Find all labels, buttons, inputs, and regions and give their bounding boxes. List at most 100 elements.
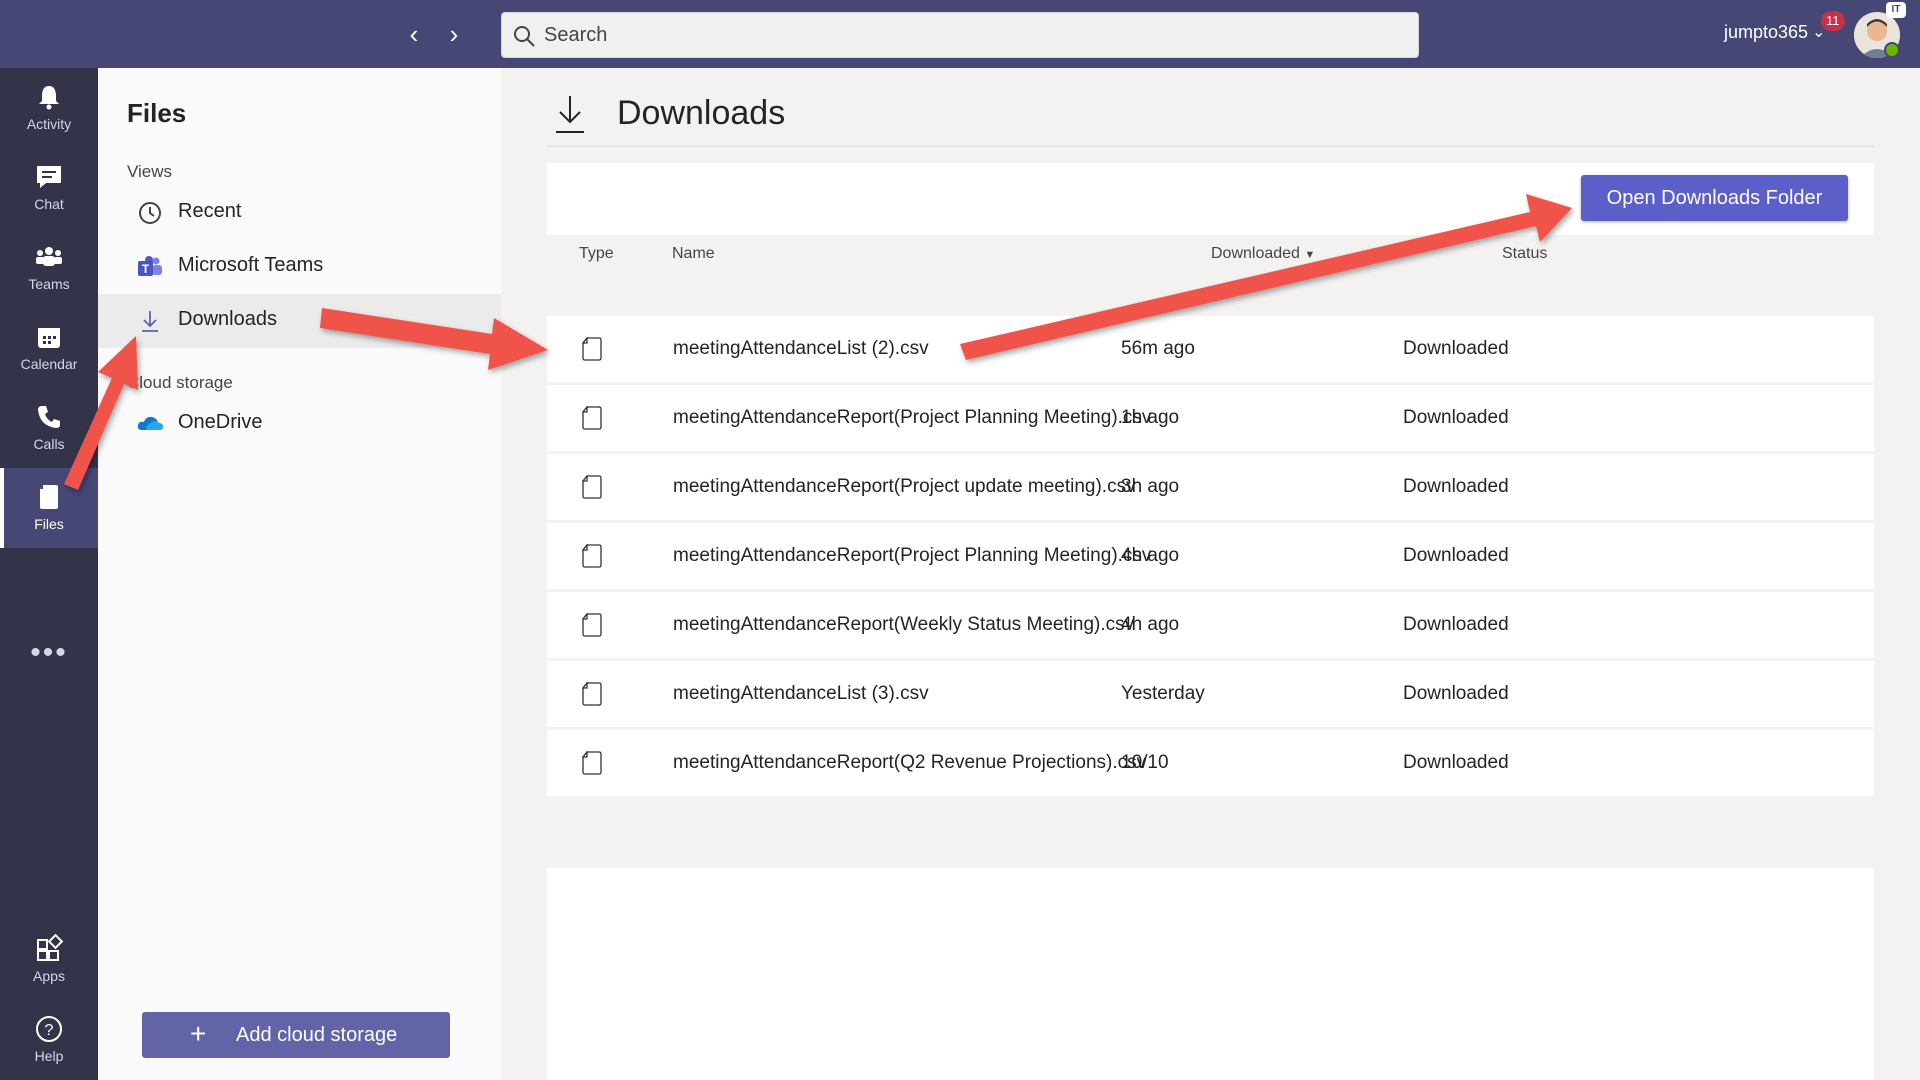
- rail-label: Teams: [28, 276, 70, 292]
- panel-title: Files: [127, 98, 187, 128]
- file-icon: [582, 406, 602, 430]
- svg-text:T: T: [142, 262, 150, 276]
- forward-arrow-icon[interactable]: ›: [440, 20, 468, 48]
- file-name[interactable]: meetingAttendanceReport(Project Planning…: [673, 407, 1151, 429]
- table-row[interactable]: meetingAttendanceReport(Project Planning…: [547, 523, 1874, 589]
- svg-text:?: ?: [45, 1022, 54, 1039]
- file-name[interactable]: meetingAttendanceReport(Q2 Revenue Proje…: [673, 752, 1146, 774]
- panel-item-downloads[interactable]: Downloads: [98, 294, 501, 348]
- help-icon: ?: [36, 1016, 62, 1042]
- add-cloud-storage-label: Add cloud storage: [236, 1024, 398, 1046]
- panel-item-onedrive[interactable]: OneDrive: [98, 397, 501, 451]
- phone-icon: [38, 406, 60, 428]
- page-title: Downloads: [617, 94, 786, 132]
- panel-item-recent[interactable]: Recent: [98, 186, 501, 240]
- calendar-icon: [38, 328, 60, 348]
- column-header-status[interactable]: Status: [1502, 245, 1547, 263]
- file-status: Downloaded: [1403, 476, 1509, 497]
- table-row[interactable]: meetingAttendanceReport(Project update m…: [547, 454, 1874, 520]
- rail-label: Calendar: [20, 356, 78, 372]
- search-icon: [514, 26, 535, 47]
- rail-item-activity[interactable]: Activity: [0, 68, 98, 148]
- rail-label: Help: [34, 1048, 64, 1064]
- sort-descending-icon: ▼: [1304, 249, 1316, 261]
- file-icon: [582, 337, 602, 361]
- files-panel: Files Views Recent T Microsoft Teams Dow…: [98, 68, 501, 1080]
- content-background: [547, 868, 1874, 1080]
- apps-icon: [37, 934, 64, 961]
- column-header-modified-label: Downloaded: [1211, 245, 1300, 262]
- table-row[interactable]: meetingAttendanceReport(Weekly Status Me…: [547, 592, 1874, 658]
- panel-item-label: Microsoft Teams: [178, 254, 324, 276]
- file-icon: [40, 485, 58, 509]
- more-apps-icon[interactable]: •••: [0, 638, 98, 668]
- file-status: Downloaded: [1403, 338, 1509, 359]
- file-status: Downloaded: [1403, 752, 1509, 773]
- column-header-modified[interactable]: Downloaded ▼: [1211, 245, 1315, 263]
- column-header-type[interactable]: Type: [579, 245, 614, 263]
- rail-label: Calls: [33, 436, 65, 452]
- tenant-badge: IT: [1886, 2, 1906, 18]
- file-name[interactable]: meetingAttendanceReport(Project update m…: [673, 476, 1136, 498]
- onedrive-icon: [137, 416, 163, 430]
- rail-label: Chat: [34, 196, 64, 212]
- file-name[interactable]: meetingAttendanceList (2).csv: [673, 338, 929, 360]
- rail-label: Apps: [33, 968, 65, 984]
- table-row[interactable]: meetingAttendanceReport(Q2 Revenue Proje…: [547, 730, 1874, 796]
- file-downloaded-time: 4h ago: [1121, 545, 1180, 566]
- file-status: Downloaded: [1403, 545, 1509, 566]
- user-name[interactable]: jumpto365: [1724, 22, 1808, 43]
- file-downloaded-time: 10/10: [1121, 752, 1169, 773]
- rail-item-help[interactable]: ? Help: [0, 1000, 98, 1080]
- rail-item-apps[interactable]: Apps: [0, 920, 98, 1000]
- file-status: Downloaded: [1403, 614, 1509, 635]
- bell-icon: [39, 86, 59, 110]
- file-icon: [582, 613, 602, 637]
- download-icon: [556, 96, 584, 133]
- download-icon: [142, 311, 158, 332]
- app-rail: Activity Chat Teams Calendar Calls Files…: [0, 68, 98, 1080]
- file-icon: [582, 475, 602, 499]
- divider: [547, 145, 1874, 147]
- rail-item-files[interactable]: Files: [0, 468, 98, 548]
- rail-item-chat[interactable]: Chat: [0, 148, 98, 228]
- presence-available-icon: [1884, 42, 1900, 58]
- file-downloaded-time: 1h ago: [1121, 407, 1180, 428]
- panel-item-label: OneDrive: [178, 411, 263, 433]
- file-icon: [582, 751, 602, 775]
- file-name[interactable]: meetingAttendanceList (3).csv: [673, 683, 929, 705]
- panel-item-microsoft-teams[interactable]: T Microsoft Teams: [98, 240, 501, 294]
- teams-icon: [36, 247, 62, 266]
- panel-item-label: Downloads: [178, 308, 277, 330]
- microsoft-teams-icon: T: [138, 256, 162, 276]
- rail-item-calendar[interactable]: Calendar: [0, 308, 98, 388]
- add-cloud-storage-button[interactable]: + Add cloud storage: [142, 1012, 450, 1058]
- file-name[interactable]: meetingAttendanceReport(Weekly Status Me…: [673, 614, 1134, 636]
- file-name[interactable]: meetingAttendanceReport(Project Planning…: [673, 545, 1151, 567]
- file-downloaded-time: 4h ago: [1121, 614, 1180, 635]
- views-label: Views: [127, 162, 173, 181]
- chat-icon: [37, 166, 61, 188]
- plus-icon: +: [190, 1018, 207, 1049]
- search-box[interactable]: [501, 12, 1419, 58]
- file-icon: [582, 544, 602, 568]
- file-status: Downloaded: [1403, 407, 1509, 428]
- table-row[interactable]: meetingAttendanceList (2).csv 56m ago Do…: [547, 316, 1874, 382]
- file-downloaded-time: Yesterday: [1121, 683, 1205, 704]
- column-header-name[interactable]: Name: [672, 245, 715, 263]
- rail-item-teams[interactable]: Teams: [0, 228, 98, 308]
- table-row[interactable]: meetingAttendanceReport(Project Planning…: [547, 385, 1874, 451]
- rail-label: Files: [34, 516, 64, 532]
- rail-label: Activity: [26, 116, 72, 132]
- open-downloads-folder-button[interactable]: Open Downloads Folder: [1581, 175, 1848, 221]
- top-bar: ‹ › jumpto365 ⌄ 11 IT: [0, 0, 1920, 68]
- file-status: Downloaded: [1403, 683, 1509, 704]
- search-input[interactable]: [544, 13, 1404, 57]
- back-arrow-icon[interactable]: ‹: [400, 20, 428, 48]
- table-row[interactable]: meetingAttendanceList (3).csv Yesterday …: [547, 661, 1874, 727]
- toolbar: Open Downloads Folder: [547, 163, 1874, 235]
- file-downloaded-time: 56m ago: [1121, 338, 1195, 359]
- rail-item-calls[interactable]: Calls: [0, 388, 98, 468]
- panel-item-label: Recent: [178, 200, 242, 222]
- file-downloaded-time: 3h ago: [1121, 476, 1180, 497]
